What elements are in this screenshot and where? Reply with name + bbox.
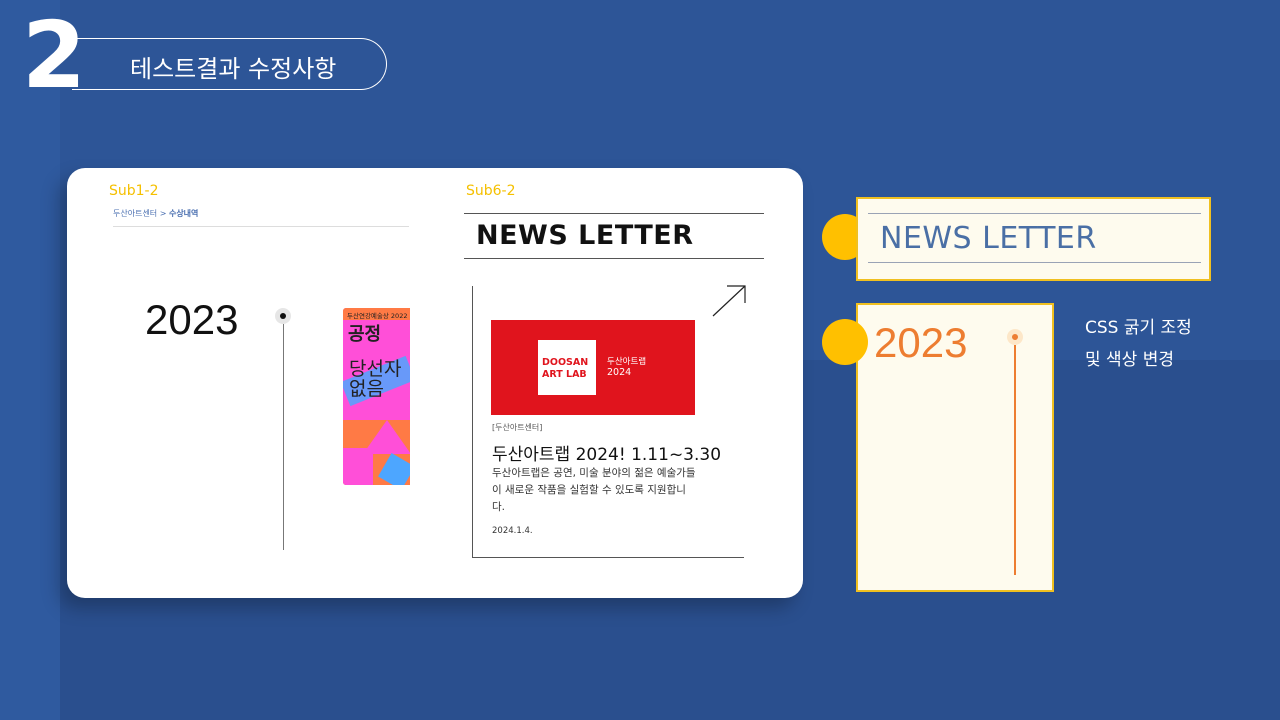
marker-dot <box>822 319 868 365</box>
breadcrumb-home[interactable]: 두산아트센터 > <box>113 209 169 218</box>
award-poster[interactable]: 두산연강예술상 2022 공정 당선자 없음 <box>343 308 410 485</box>
news-thumbnail[interactable]: DOOSAN ART LAB 두산아트랩 2024 <box>491 320 695 415</box>
timeline-line <box>283 324 284 550</box>
revision-note-line: 및 색상 변경 <box>1085 350 1175 370</box>
screenshot-card: Sub1-2 두산아트센터 > 수상내역 2023 두산연강예술상 2022 공… <box>67 168 803 598</box>
revised-newsletter-title: NEWS LETTER <box>880 221 1097 256</box>
newsletter-top-rule <box>464 213 764 214</box>
revised-top-rule <box>868 213 1201 214</box>
revised-bottom-rule <box>868 262 1201 263</box>
poster-shape <box>343 448 373 485</box>
newsletter-title: NEWS LETTER <box>476 220 694 251</box>
news-card-border <box>472 286 473 558</box>
doosan-art-lab-logo: DOOSAN ART LAB <box>538 340 596 395</box>
sub-label-left: Sub1-2 <box>109 183 159 199</box>
revised-newsletter-panel: NEWS LETTER <box>856 197 1211 281</box>
poster-body: 당선자 없음 <box>349 358 402 400</box>
news-category: [두산아트센터] <box>492 423 543 432</box>
poster-top-text: 두산연강예술상 2022 <box>347 312 408 320</box>
thumbnail-year: 2024 <box>607 367 632 378</box>
news-headline[interactable]: 두산아트랩 2024! 1.11~3.30 <box>492 440 721 465</box>
arrow-up-right-icon[interactable] <box>711 284 747 318</box>
revised-timeline-dot <box>1007 329 1023 345</box>
breadcrumb: 두산아트센터 > 수상내역 <box>113 208 198 219</box>
logo-line: ART LAB <box>542 369 587 380</box>
timeline-dot <box>275 308 291 324</box>
news-card-border <box>472 557 744 558</box>
revised-year-panel: 2023 <box>856 303 1054 592</box>
divider <box>113 226 409 227</box>
slide-title: 테스트결과 수정사항 <box>130 55 337 83</box>
revision-note-line: CSS 굵기 조정 <box>1085 318 1192 338</box>
poster-title: 공정 <box>348 324 382 345</box>
thumbnail-title: 두산아트랩 <box>607 357 647 367</box>
revised-timeline-line <box>1014 345 1016 575</box>
revision-note: CSS 굵기 조정 및 색상 변경 <box>1085 312 1192 376</box>
news-summary: 두산아트랩은 공연, 미술 분야의 젊은 예술가들이 새로운 작품을 실험할 수… <box>492 467 696 513</box>
news-date: 2024.1.4. <box>492 526 533 536</box>
revised-year: 2023 <box>874 319 968 366</box>
newsletter-bottom-rule <box>464 258 764 259</box>
breadcrumb-current: 수상내역 <box>168 209 199 218</box>
sub-label-right: Sub6-2 <box>466 183 516 199</box>
logo-line: DOOSAN <box>542 357 589 368</box>
timeline-year: 2023 <box>145 296 239 343</box>
